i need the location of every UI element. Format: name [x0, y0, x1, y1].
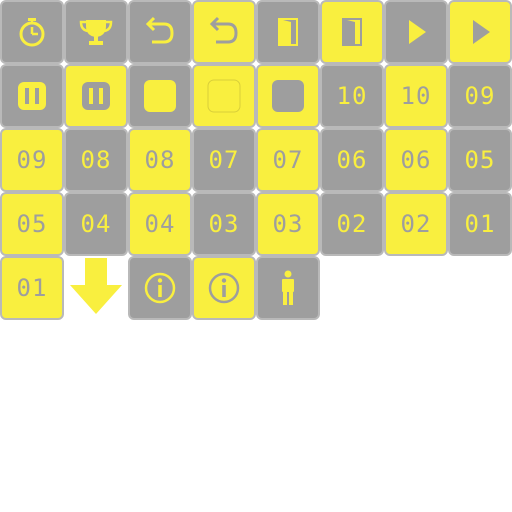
stop-icon: [204, 76, 244, 116]
stopwatch-tile: [0, 0, 64, 64]
number-tile: 01: [448, 192, 512, 256]
sprite-sheet: 10 10 09 09 08 08 07 07 06 06 05 05 04 04 03 03 02 02 01 01: [0, 0, 512, 320]
undo-tile: [192, 0, 256, 64]
number-label: 09: [464, 82, 496, 110]
trophy-tile: [64, 0, 128, 64]
number-tile: 03: [256, 192, 320, 256]
number-tile: 06: [320, 128, 384, 192]
number-label: 06: [400, 146, 432, 174]
undo-icon: [140, 12, 180, 52]
number-label: 07: [272, 146, 304, 174]
number-label: 08: [144, 146, 176, 174]
number-label: 01: [464, 210, 496, 238]
number-tile: 10: [384, 64, 448, 128]
play-tile: [384, 0, 448, 64]
number-label: 04: [144, 210, 176, 238]
number-label: 05: [464, 146, 496, 174]
down-arrow-icon: [64, 256, 128, 320]
number-label: 03: [208, 210, 240, 238]
person-icon: [268, 268, 308, 308]
number-label: 10: [400, 82, 432, 110]
number-label: 06: [336, 146, 368, 174]
info-tile: [192, 256, 256, 320]
number-label: 07: [208, 146, 240, 174]
stop-tile: [192, 64, 256, 128]
number-tile: 10: [320, 64, 384, 128]
stop-icon: [268, 76, 308, 116]
number-tile: 01: [0, 256, 64, 320]
number-tile: 09: [448, 64, 512, 128]
undo-icon: [204, 12, 244, 52]
stopwatch-icon: [12, 12, 52, 52]
number-tile: 02: [384, 192, 448, 256]
pause-tile: [64, 64, 128, 128]
number-tile: 09: [0, 128, 64, 192]
number-tile: 07: [256, 128, 320, 192]
info-icon: [204, 268, 244, 308]
number-tile: 02: [320, 192, 384, 256]
number-label: 03: [272, 210, 304, 238]
info-tile: [128, 256, 192, 320]
number-label: 08: [80, 146, 112, 174]
door-icon: [332, 12, 372, 52]
undo-tile: [128, 0, 192, 64]
door-tile: [320, 0, 384, 64]
number-label: 04: [80, 210, 112, 238]
number-label: 10: [336, 82, 368, 110]
play-tile: [448, 0, 512, 64]
trophy-icon: [76, 12, 116, 52]
number-tile: 07: [192, 128, 256, 192]
pause-icon: [12, 76, 52, 116]
play-icon: [396, 12, 436, 52]
stop-tile: [256, 64, 320, 128]
pause-icon: [76, 76, 116, 116]
door-tile: [256, 0, 320, 64]
number-label: 01: [16, 274, 48, 302]
number-tile: 04: [64, 192, 128, 256]
number-tile: 08: [64, 128, 128, 192]
number-tile: 05: [0, 192, 64, 256]
number-tile: 04: [128, 192, 192, 256]
number-label: 02: [400, 210, 432, 238]
pause-tile: [0, 64, 64, 128]
person-tile: [256, 256, 320, 320]
number-tile: 03: [192, 192, 256, 256]
stop-icon: [140, 76, 180, 116]
door-icon: [268, 12, 308, 52]
play-icon: [460, 12, 500, 52]
number-tile: 05: [448, 128, 512, 192]
stop-tile: [128, 64, 192, 128]
number-tile: 08: [128, 128, 192, 192]
number-tile: 06: [384, 128, 448, 192]
number-label: 09: [16, 146, 48, 174]
number-label: 05: [16, 210, 48, 238]
number-label: 02: [336, 210, 368, 238]
info-icon: [140, 268, 180, 308]
